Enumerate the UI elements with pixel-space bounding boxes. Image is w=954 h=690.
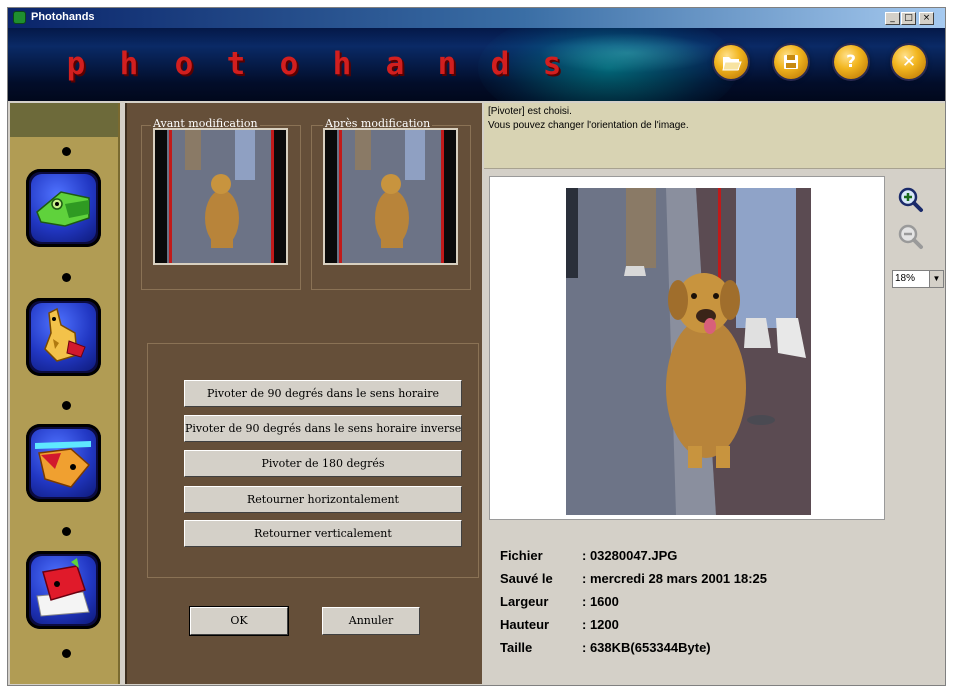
zoom-out-button[interactable] [896,223,924,251]
chameleon-icon [36,191,90,227]
red-creature-icon [36,558,90,617]
dog-photo-image [566,188,811,515]
before-thumbnail [153,128,288,265]
separator-dot [62,401,71,410]
after-thumbnail [323,128,458,265]
close-icon: ✕ [901,52,917,72]
image-view-panel: [Pivoter] est choisi. Vous pouvez change… [484,103,945,684]
dog-photo [566,188,811,515]
file-name-value: : 03280047.JPG [582,548,678,563]
rotate-180-button[interactable]: Pivoter de 180 degrés [184,450,462,477]
logo-letter: o [279,46,299,82]
logo-letter: t [226,46,246,82]
chevron-down-icon: ▼ [929,271,943,287]
window-title: Photohands [31,11,95,23]
zoom-value: 18% [895,273,916,284]
logo-letter: o [174,46,194,82]
rotate-actions-group: Pivoter de 90 degrés dans le sens horair… [147,343,479,578]
logo-letter: s [542,46,562,82]
zoom-in-button[interactable] [896,186,924,214]
height-value: : 1200 [582,617,619,632]
rotate-90-ccw-button[interactable]: Pivoter de 90 degrés dans le sens horair… [184,415,462,442]
fish-icon [35,441,91,488]
tool-button-fish[interactable] [26,424,101,502]
logo-letter: h [332,46,352,82]
app-icon [13,11,26,24]
image-canvas[interactable] [489,176,885,520]
open-button[interactable] [714,45,748,79]
separator-dot [62,649,71,658]
help-button[interactable]: ? [834,45,868,79]
flip-horizontal-button[interactable]: Retourner horizontalement [184,486,462,513]
flip-vertical-button[interactable]: Retourner verticalement [184,520,462,547]
ok-button[interactable]: OK [189,606,289,636]
saved-date-label: Sauvé le [500,571,553,586]
tool-button-giraffe[interactable] [26,298,101,376]
status-message-line: Vous pouvez changer l'orientation de l'i… [488,120,689,131]
cancel-button[interactable]: Annuler [322,607,420,635]
zoom-out-icon [898,224,923,249]
saved-date-value: : mercredi 28 mars 2001 18:25 [582,571,768,586]
separator-dot [62,147,71,156]
height-label: Hauteur [500,617,550,632]
file-name-label: Fichier [500,548,543,563]
tool-sidebar [10,103,120,684]
save-button[interactable] [774,45,808,79]
title-bar[interactable]: Photohands _ □ × [8,8,945,28]
question-icon: ? [846,52,856,72]
exit-button[interactable]: ✕ [892,45,926,79]
sidebar-header [10,103,118,137]
minimize-button[interactable]: _ [885,12,900,25]
logo-letter: n [437,46,457,82]
dog-photo-thumbnail [325,130,456,263]
size-label: Taille [500,640,533,655]
logo-letter: h [119,46,139,82]
app-window: Photohands _ □ × p h o t o h a n d s ? ✕… [7,7,946,686]
rotate-options-panel: Avant modification Après modification Pi… [125,103,482,684]
status-message-line: [Pivoter] est choisi. [488,106,572,117]
rotate-90-cw-button[interactable]: Pivoter de 90 degrés dans le sens horair… [184,380,462,407]
logo-letter: d [490,46,510,82]
tool-button-red-creature[interactable] [26,551,101,629]
separator-dot [62,273,71,282]
zoom-select[interactable]: 18% ▼ [892,270,944,288]
dog-photo-thumbnail [155,130,286,263]
giraffe-icon [44,307,86,362]
size-value: : 638KB(653344Byte) [582,640,711,655]
separator-dot [62,527,71,536]
status-message: [Pivoter] est choisi. Vous pouvez change… [484,103,945,169]
folder-open-icon [722,57,742,71]
width-value: : 1600 [582,594,619,609]
maximize-button[interactable]: □ [901,12,916,25]
width-label: Largeur [500,594,549,609]
close-button[interactable]: × [919,12,934,25]
floppy-disk-icon [784,55,798,69]
logo-letter: a [385,46,405,82]
header-banner: p h o t o h a n d s ? ✕ [8,28,945,101]
logo-letter: p [66,46,86,82]
tool-button-chameleon[interactable] [26,169,101,247]
zoom-in-icon [898,187,923,212]
